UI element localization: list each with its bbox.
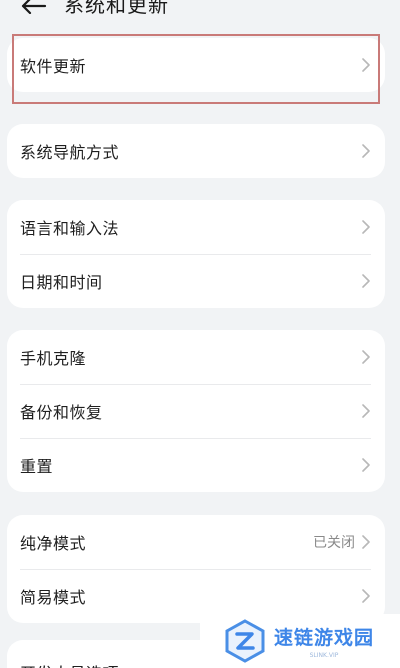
row-reset[interactable]: 重置 <box>7 438 385 492</box>
row-label: 软件更新 <box>20 57 87 76</box>
row-label: 系统导航方式 <box>20 143 120 162</box>
row-label: 日期和时间 <box>20 273 103 292</box>
settings-group-navigation: 系统导航方式 <box>7 124 385 178</box>
row-backup-restore[interactable]: 备份和恢复 <box>7 384 385 438</box>
page-title: 系统和更新 <box>64 0 169 17</box>
row-language-input[interactable]: 语言和输入法 <box>7 200 385 254</box>
chevron-right-icon <box>362 350 370 364</box>
title-bar: 系统和更新 <box>0 0 400 28</box>
chevron-right-icon <box>362 404 370 418</box>
settings-group-language-time: 语言和输入法 日期和时间 <box>7 200 385 308</box>
row-label: 纯净模式 <box>20 534 87 553</box>
watermark: 速链游戏园 SLINK.VIP <box>200 614 400 668</box>
row-software-update[interactable]: 软件更新 <box>7 38 385 92</box>
chevron-right-icon <box>362 535 370 549</box>
row-phone-clone[interactable]: 手机克隆 <box>7 330 385 384</box>
row-label: 手机克隆 <box>20 349 87 368</box>
row-pure-mode[interactable]: 纯净模式 已关闭 <box>7 515 385 569</box>
watermark-title: 速链游戏园 <box>274 627 375 649</box>
row-label: 语言和输入法 <box>20 219 120 238</box>
row-system-navigation[interactable]: 系统导航方式 <box>7 124 385 178</box>
chevron-right-icon <box>362 589 370 603</box>
chevron-right-icon <box>362 274 370 288</box>
row-status-value: 已关闭 <box>313 535 355 551</box>
chevron-right-icon <box>362 220 370 234</box>
chevron-right-icon <box>362 58 370 72</box>
row-label: 备份和恢复 <box>20 403 103 422</box>
settings-group-modes: 纯净模式 已关闭 简易模式 <box>7 515 385 623</box>
row-date-time[interactable]: 日期和时间 <box>7 254 385 308</box>
back-arrow-icon[interactable] <box>18 0 48 14</box>
settings-group-backup: 手机克隆 备份和恢复 重置 <box>7 330 385 492</box>
settings-group-software-update: 软件更新 <box>7 38 385 92</box>
watermark-url: SLINK.VIP <box>309 652 339 659</box>
chevron-right-icon <box>362 458 370 472</box>
site-logo-icon <box>225 619 265 663</box>
chevron-right-icon <box>362 144 370 158</box>
row-label: 重置 <box>20 457 54 476</box>
row-label: 简易模式 <box>20 588 87 607</box>
